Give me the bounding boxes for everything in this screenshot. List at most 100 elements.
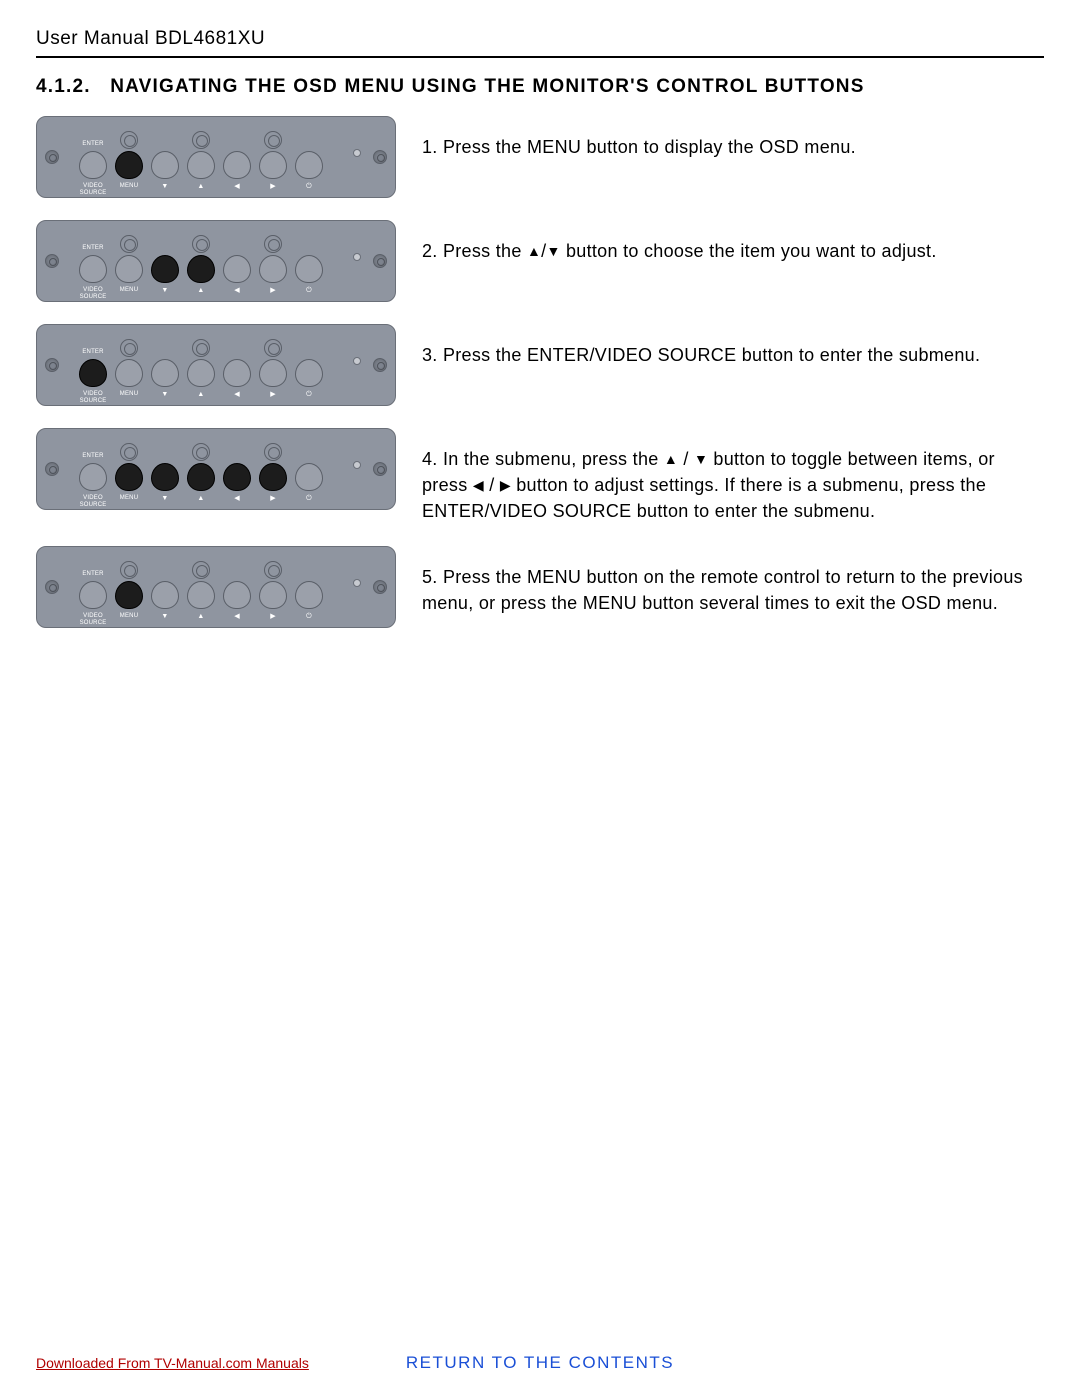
down-button — [151, 581, 179, 609]
button-label: ENTER — [77, 245, 109, 252]
panel-column: ENTERVIDEOSOURCEMENU▼▲◀▶⏻ — [36, 220, 396, 302]
button-label: ▶ — [259, 287, 287, 295]
text-column: 1. Press the MENU button to display the … — [396, 116, 1044, 160]
button-label: MENU — [115, 287, 143, 294]
button-label: ▲ — [187, 391, 215, 399]
panel-column: ENTERVIDEOSOURCEMENU▼▲◀▶⏻ — [36, 546, 396, 628]
step-text-fragment: In the submenu, press the — [443, 449, 664, 469]
up-button — [187, 581, 215, 609]
power-button — [295, 151, 323, 179]
section-heading: 4.1.2. NAVIGATING THE OSD MENU USING THE… — [36, 76, 1044, 98]
screw-icon — [120, 131, 138, 149]
step-number: 4. — [422, 449, 438, 469]
down-triangle-icon: ▼ — [694, 451, 708, 467]
enter-video-source-button — [79, 581, 107, 609]
right-button — [259, 581, 287, 609]
menu-button — [115, 151, 143, 179]
screw-icon — [192, 235, 210, 253]
step-number: 1. — [422, 137, 438, 157]
up-triangle-icon: ▲ — [664, 451, 678, 467]
button-label: ◀ — [223, 287, 251, 295]
page-header: User Manual BDL4681XU — [36, 28, 1044, 58]
button-label: ENTER — [77, 141, 109, 148]
instruction-row: ENTERVIDEOSOURCEMENU▼▲◀▶⏻1. Press the ME… — [36, 116, 1044, 198]
panel-column: ENTERVIDEOSOURCEMENU▼▲◀▶⏻ — [36, 116, 396, 198]
up-button — [187, 359, 215, 387]
power-button — [295, 255, 323, 283]
button-label: MENU — [115, 495, 143, 502]
right-button — [259, 255, 287, 283]
screw-hole-icon — [373, 580, 387, 594]
button-label: VIDEOSOURCE — [79, 391, 107, 404]
screw-icon — [192, 339, 210, 357]
enter-video-source-button — [79, 359, 107, 387]
button-label: ▼ — [151, 495, 179, 503]
screw-hole-icon — [373, 150, 387, 164]
button-label: ◀ — [223, 183, 251, 191]
button-label: ⏻ — [295, 183, 323, 191]
screw-icon — [120, 235, 138, 253]
screw-hole-icon — [373, 358, 387, 372]
step-number: 3. — [422, 345, 438, 365]
step-text: 5. Press the MENU button on the remote c… — [422, 567, 1023, 613]
enter-video-source-button — [79, 255, 107, 283]
button-label: ▶ — [259, 495, 287, 503]
button-label: ◀ — [223, 613, 251, 621]
led-indicator-icon — [353, 461, 361, 469]
up-triangle-icon: ▲ — [527, 243, 541, 259]
screw-icon — [120, 561, 138, 579]
step-text-fragment: button to enter the submenu. — [736, 345, 980, 365]
screw-icon — [192, 131, 210, 149]
button-label: VIDEOSOURCE — [79, 287, 107, 300]
step-text-fragment: Press the — [443, 137, 527, 157]
button-label: ⏻ — [295, 495, 323, 503]
step-text-fragment: button to choose the item you want to ad… — [561, 241, 937, 261]
button-label: ENTER — [77, 453, 109, 460]
button-label: ▲ — [187, 183, 215, 191]
button-label: VIDEOSOURCE — [79, 495, 107, 508]
led-indicator-icon — [353, 579, 361, 587]
screw-hole-icon — [373, 462, 387, 476]
return-to-contents-link[interactable]: RETURN TO THE CONTENTS — [406, 1353, 674, 1373]
screw-icon — [264, 131, 282, 149]
button-label: ⏻ — [295, 613, 323, 621]
step-text-fragment: Press the — [443, 345, 527, 365]
up-button — [187, 151, 215, 179]
button-label: MENU — [115, 183, 143, 190]
step-text-fragment: button several times to exit the OSD men… — [637, 593, 998, 613]
step-text-fragment: Press the — [443, 241, 527, 261]
button-label: ▼ — [151, 183, 179, 191]
step-text-fragment: MENU — [527, 567, 581, 587]
right-button — [259, 463, 287, 491]
menu-button — [115, 463, 143, 491]
button-label: ⏻ — [295, 391, 323, 399]
power-button — [295, 359, 323, 387]
screw-icon — [120, 443, 138, 461]
control-panel: ENTERVIDEOSOURCEMENU▼▲◀▶⏻ — [36, 324, 396, 406]
step-text-fragment: MENU — [583, 593, 637, 613]
control-panel: ENTERVIDEOSOURCEMENU▼▲◀▶⏻ — [36, 546, 396, 628]
power-button — [295, 581, 323, 609]
led-indicator-icon — [353, 253, 361, 261]
button-label: ENTER — [77, 349, 109, 356]
down-triangle-icon: ▼ — [546, 243, 560, 259]
step-text-fragment: MENU — [527, 137, 581, 157]
step-text-fragment: ENTER/VIDEO SOURCE — [422, 501, 631, 521]
instruction-row: ENTERVIDEOSOURCEMENU▼▲◀▶⏻4. In the subme… — [36, 428, 1044, 524]
led-indicator-icon — [353, 149, 361, 157]
button-label: ▶ — [259, 391, 287, 399]
right-triangle-icon: ▶ — [500, 477, 511, 493]
down-button — [151, 151, 179, 179]
left-button — [223, 151, 251, 179]
enter-video-source-button — [79, 151, 107, 179]
download-source-link[interactable]: Downloaded From TV-Manual.com Manuals — [36, 1355, 309, 1371]
button-label: ◀ — [223, 391, 251, 399]
button-label: ENTER — [77, 571, 109, 578]
panel-column: ENTERVIDEOSOURCEMENU▼▲◀▶⏻ — [36, 428, 396, 510]
button-label: ▼ — [151, 287, 179, 295]
control-panel: ENTERVIDEOSOURCEMENU▼▲◀▶⏻ — [36, 428, 396, 510]
step-number: 5. — [422, 567, 438, 587]
button-label: VIDEOSOURCE — [79, 613, 107, 626]
section-title: NAVIGATING THE OSD MENU USING THE MONITO… — [110, 76, 864, 97]
text-column: 4. In the submenu, press the ▲ / ▼ butto… — [396, 428, 1044, 524]
